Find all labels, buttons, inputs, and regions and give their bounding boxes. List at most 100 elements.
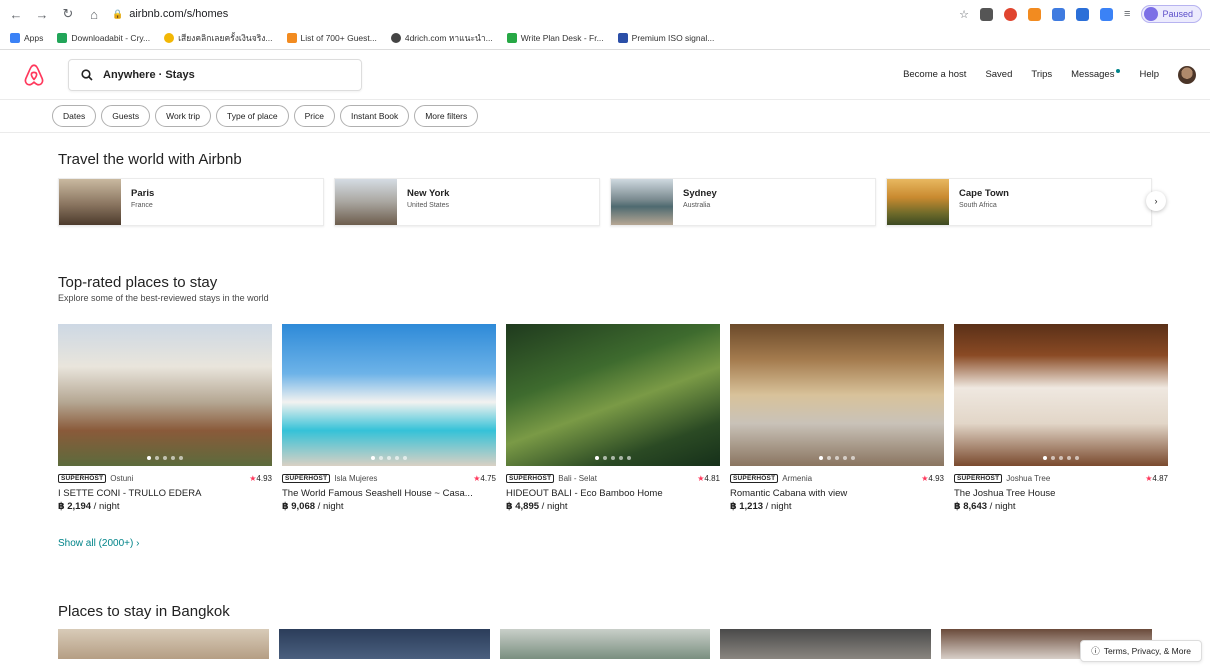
extension-icon[interactable]	[1076, 7, 1090, 21]
bookmark-item[interactable]: Premium ISO signal...	[617, 33, 714, 43]
carousel-dot[interactable]	[595, 456, 599, 460]
listing-image[interactable]	[954, 324, 1168, 466]
reload-icon[interactable]: ↻	[60, 6, 76, 22]
listing-price: ฿ 2,194 / night	[58, 501, 272, 512]
carousel-dot[interactable]	[371, 456, 375, 460]
terms-label: Terms, Privacy, & More	[1103, 646, 1191, 656]
carousel-dot[interactable]	[603, 456, 607, 460]
listing-card[interactable]: SUPERHOST Isla Mujeres ★4.75 The World Fam…	[282, 324, 496, 512]
help-link[interactable]: Help	[1139, 69, 1159, 80]
saved-link[interactable]: Saved	[985, 69, 1012, 80]
carousel-dot[interactable]	[827, 456, 831, 460]
filter-price[interactable]: Price	[293, 105, 335, 127]
info-icon: ⓘ	[1091, 646, 1100, 656]
messages-link[interactable]: Messages	[1071, 69, 1121, 80]
listing-image[interactable]	[282, 324, 496, 466]
profile-button[interactable]: Paused	[1141, 5, 1202, 23]
header-nav: Become a host Saved Trips Messages Help	[903, 65, 1196, 84]
carousel-dots	[506, 456, 720, 460]
bookmark-favicon	[286, 33, 297, 43]
become-host-link[interactable]: Become a host	[903, 69, 966, 80]
trips-link[interactable]: Trips	[1031, 69, 1052, 80]
carousel-dot[interactable]	[819, 456, 823, 460]
carousel-dot[interactable]	[155, 456, 159, 460]
airbnb-logo-icon[interactable]	[22, 63, 46, 87]
listing-image[interactable]	[730, 324, 944, 466]
filter-guests[interactable]: Guests	[101, 105, 151, 127]
destination-card-cape-town[interactable]: Cape Town South Africa	[886, 178, 1152, 226]
filter-dates[interactable]: Dates	[52, 105, 97, 127]
listing-card[interactable]: SUPERHOST Bali - Selat ★4.81 HIDEOUT BALI …	[506, 324, 720, 512]
bookmark-item[interactable]: List of 700+ Guest...	[286, 33, 377, 43]
listing-rating: ★4.93	[921, 474, 944, 483]
bangkok-section: Places to stay in Bangkok	[0, 603, 1210, 659]
search-bar[interactable]: Anywhere · Stays	[68, 58, 362, 91]
carousel-dot[interactable]	[1075, 456, 1079, 460]
carousel-dot[interactable]	[835, 456, 839, 460]
listing-image[interactable]	[506, 324, 720, 466]
terms-privacy-button[interactable]: ⓘ Terms, Privacy, & More	[1080, 640, 1202, 662]
carousel-dot[interactable]	[171, 456, 175, 460]
carousel-dot[interactable]	[851, 456, 855, 460]
price-unit: / night	[539, 501, 568, 512]
listing-image[interactable]	[720, 629, 932, 659]
listing-image[interactable]	[499, 629, 711, 659]
carousel-dot[interactable]	[627, 456, 631, 460]
filter-work-trip[interactable]: Work trip	[155, 105, 212, 127]
superhost-badge: SUPERHOST	[954, 474, 1003, 483]
destination-card-new-york[interactable]: New York United States	[334, 178, 600, 226]
extension-icon[interactable]	[980, 7, 994, 21]
destination-card-paris[interactable]: Paris France	[58, 178, 324, 226]
listing-card[interactable]: SUPERHOST Ostuni ★4.93 I SETTE CONI - TRUL…	[58, 324, 272, 512]
next-arrow-icon[interactable]: ›	[1146, 191, 1166, 211]
listing-image[interactable]	[58, 324, 272, 466]
listing-image[interactable]	[278, 629, 490, 659]
superhost-badge: SUPERHOST	[506, 474, 555, 483]
carousel-dot[interactable]	[619, 456, 623, 460]
carousel-dot[interactable]	[403, 456, 407, 460]
carousel-dot[interactable]	[843, 456, 847, 460]
carousel-dot[interactable]	[1051, 456, 1055, 460]
carousel-dot[interactable]	[611, 456, 615, 460]
bookmark-star-icon[interactable]: ☆	[959, 8, 969, 21]
listing-card[interactable]: SUPERHOST Joshua Tree ★4.87 The Joshua Tre…	[954, 324, 1168, 512]
destination-card-sydney[interactable]: Sydney Australia	[610, 178, 876, 226]
carousel-dot[interactable]	[179, 456, 183, 460]
address-bar[interactable]: 🔒 airbnb.com/s/homes	[112, 8, 228, 20]
show-all-link[interactable]: Show all (2000+) ›	[58, 538, 1152, 549]
listing-image[interactable]	[58, 629, 269, 659]
bookmark-item[interactable]: Downloadabit - Cry...	[57, 33, 150, 43]
filter-more[interactable]: More filters	[414, 105, 479, 127]
filter-type-of-place[interactable]: Type of place	[216, 105, 289, 127]
extension-icon[interactable]	[1028, 7, 1042, 21]
bookmark-item[interactable]: 4drich.com หาแนะนำ...	[390, 31, 493, 45]
carousel-dot[interactable]	[1067, 456, 1071, 460]
carousel-dot[interactable]	[387, 456, 391, 460]
carousel-dot[interactable]	[379, 456, 383, 460]
superhost-badge: SUPERHOST	[282, 474, 331, 483]
home-icon[interactable]: ⌂	[86, 7, 102, 22]
listing-location: Isla Mujeres	[334, 474, 378, 483]
extension-icon[interactable]	[1052, 7, 1066, 21]
back-icon[interactable]: ←	[8, 7, 24, 22]
carousel-dot[interactable]	[147, 456, 151, 460]
destination-image	[59, 179, 121, 225]
carousel-dot[interactable]	[1059, 456, 1063, 460]
listing-card[interactable]: SUPERHOST Armenia ★4.93 Romantic Cabana wi…	[730, 324, 944, 512]
listing-location: Bali - Selat	[558, 474, 597, 483]
bookmark-item[interactable]: เสียงคลิกเลยครั้งเงินจริง...	[164, 31, 273, 45]
extension-icon[interactable]	[1004, 7, 1018, 21]
carousel-dot[interactable]	[395, 456, 399, 460]
carousel-dot[interactable]	[1043, 456, 1047, 460]
user-avatar[interactable]	[1178, 65, 1196, 84]
bookmark-favicon	[390, 33, 401, 43]
forward-icon[interactable]: →	[34, 7, 50, 22]
destination-carousel: Paris France New York United States Sydney…	[58, 178, 1166, 226]
filter-instant-book[interactable]: Instant Book	[339, 105, 410, 127]
reading-list-icon[interactable]: ≡	[1124, 8, 1130, 20]
bookmark-item[interactable]: Apps	[10, 33, 43, 43]
bookmark-item[interactable]: Write Plan Desk - Fr...	[506, 33, 604, 43]
carousel-dot[interactable]	[163, 456, 167, 460]
extension-icon[interactable]	[1100, 7, 1114, 21]
price-amount: ฿ 9,068	[282, 501, 316, 512]
